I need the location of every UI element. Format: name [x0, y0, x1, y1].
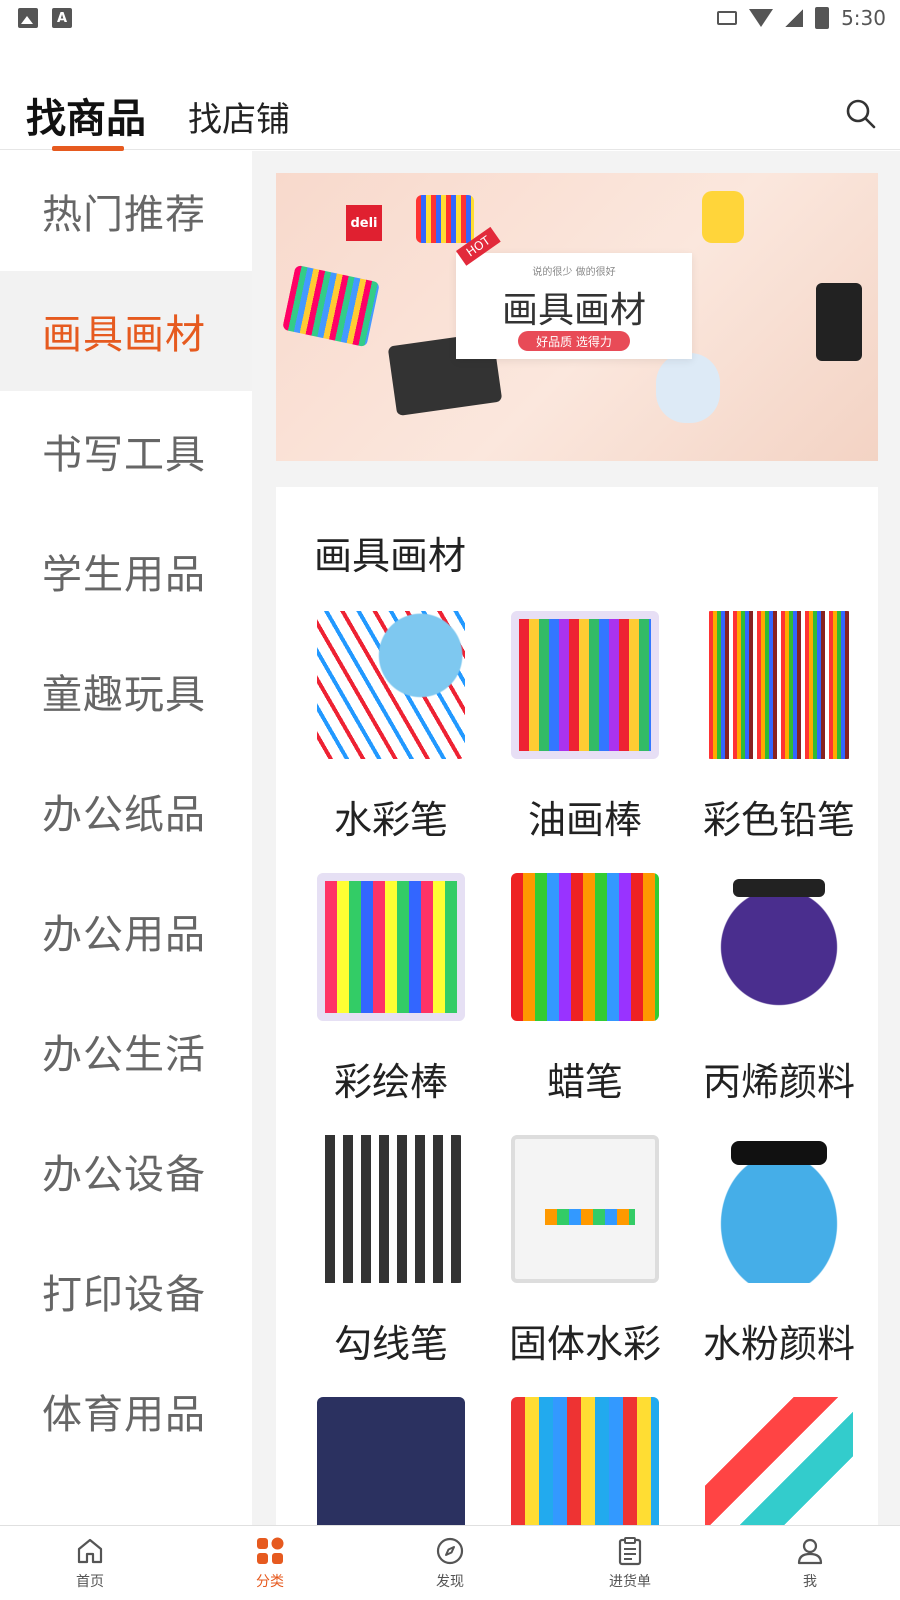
sidebar-item-sports[interactable]: 体育用品 — [0, 1351, 252, 1471]
brand-logo: deli — [346, 205, 382, 241]
product-image — [317, 1135, 465, 1283]
nav-home[interactable]: 首页 — [0, 1526, 180, 1600]
nav-category[interactable]: 分类 — [180, 1526, 360, 1600]
subcategory-item[interactable]: 水彩笔 — [294, 611, 488, 873]
product-image — [511, 873, 659, 1021]
bottom-nav: 首页 分类 发现 进货单 我 — [0, 1525, 900, 1600]
product-image — [705, 1397, 853, 1525]
nav-purchase-list-label: 进货单 — [609, 1574, 651, 1590]
status-left-icons: A — [18, 8, 72, 28]
nav-purchase-list[interactable]: 进货单 — [540, 1526, 720, 1600]
status-bar: A 5:30 — [0, 0, 900, 36]
compass-icon — [436, 1537, 464, 1565]
product-image — [317, 611, 465, 759]
nav-category-label: 分类 — [256, 1574, 284, 1590]
subcategory-label: 固体水彩 — [508, 1322, 661, 1366]
category-sidebar: 热门推荐 画具画材 书写工具 学生用品 童趣玩具 办公纸品 办公用品 办公生活 … — [0, 151, 252, 1525]
banner-slogan: 好品质 选得力 — [518, 331, 630, 351]
product-image — [317, 873, 465, 1021]
category-title: 画具画材 — [314, 534, 467, 578]
subcategory-label: 勾线笔 — [333, 1322, 448, 1366]
subcategory-item[interactable]: 彩色铅笔 — [682, 611, 876, 873]
subcategory-item[interactable]: 丙烯颜料 — [682, 873, 876, 1135]
banner-paint-set-image — [416, 195, 474, 243]
status-right-icons: 5:30 — [717, 6, 886, 30]
status-time: 5:30 — [841, 6, 886, 30]
promo-banner[interactable]: deli 说的很少 做的很好 画具画材 好品质 选得力 HOT — [276, 173, 878, 461]
banner-marker-cup-image — [656, 353, 720, 423]
wifi-icon — [749, 9, 774, 27]
banner-crayon-bucket-image — [702, 191, 744, 243]
top-tab-bar: 找商品 找店铺 — [0, 60, 900, 151]
subcategory-label: 彩绘棒 — [333, 1060, 448, 1104]
sidebar-item-toys[interactable]: 童趣玩具 — [0, 631, 252, 751]
product-image — [511, 611, 659, 759]
subcategory-label: 水彩笔 — [333, 798, 448, 842]
sidebar-item-writing[interactable]: 书写工具 — [0, 391, 252, 511]
sidebar-item-office-life[interactable]: 办公生活 — [0, 991, 252, 1111]
subcategory-label: 丙烯颜料 — [702, 1060, 855, 1104]
tab-find-shops[interactable]: 找店铺 — [188, 92, 290, 141]
sidebar-item-office-equipment[interactable]: 办公设备 — [0, 1111, 252, 1231]
clipboard-icon — [618, 1537, 642, 1566]
sidebar-item-student[interactable]: 学生用品 — [0, 511, 252, 631]
product-image — [705, 873, 853, 1021]
product-image — [705, 611, 853, 759]
nav-discover-label: 发现 — [436, 1574, 464, 1590]
subcategory-item[interactable]: 固体水彩 — [488, 1135, 682, 1397]
subcategory-label: 彩色铅笔 — [702, 798, 855, 842]
signal-icon — [785, 9, 804, 27]
sidebar-item-art-supplies[interactable]: 画具画材 — [0, 271, 252, 391]
vibrate-icon — [717, 11, 738, 25]
category-panel: 画具画材 水彩笔 油画棒 彩色铅笔 彩绘棒 蜡笔 丙烯颜料 勾线笔 固体水彩 水… — [276, 487, 878, 1525]
subcategory-label: 油画棒 — [527, 798, 642, 842]
banner-title-card: 说的很少 做的很好 画具画材 好品质 选得力 — [456, 253, 692, 359]
nav-me-label: 我 — [803, 1574, 817, 1590]
tab-find-goods[interactable]: 找商品 — [26, 86, 146, 144]
banner-markers-image — [282, 264, 380, 348]
nav-home-label: 首页 — [76, 1574, 104, 1590]
subcategory-item[interactable]: 水粉颜料 — [682, 1135, 876, 1397]
product-image — [511, 1397, 659, 1525]
subcategory-item[interactable] — [682, 1397, 876, 1525]
subcategory-grid: 水彩笔 油画棒 彩色铅笔 彩绘棒 蜡笔 丙烯颜料 勾线笔 固体水彩 水粉颜料 — [294, 611, 874, 1525]
subcategory-item[interactable]: 勾线笔 — [294, 1135, 488, 1397]
sidebar-item-hot[interactable]: 热门推荐 — [0, 151, 252, 271]
category-icon — [257, 1537, 284, 1564]
subcategory-label: 蜡笔 — [546, 1060, 623, 1104]
main-content: deli 说的很少 做的很好 画具画材 好品质 选得力 HOT 画具画材 水彩笔… — [252, 151, 900, 1525]
banner-subtitle: 说的很少 做的很好 — [532, 267, 616, 278]
subcategory-item[interactable]: 油画棒 — [488, 611, 682, 873]
nav-discover[interactable]: 发现 — [360, 1526, 540, 1600]
image-notification-icon — [18, 8, 38, 28]
battery-icon — [815, 7, 830, 29]
search-icon[interactable] — [845, 98, 877, 130]
home-icon — [77, 1538, 103, 1564]
product-image — [511, 1135, 659, 1283]
subcategory-item[interactable]: 蜡笔 — [488, 873, 682, 1135]
product-image — [705, 1135, 853, 1283]
banner-pencil-cup-image — [816, 283, 862, 361]
user-icon — [797, 1538, 823, 1565]
product-image — [317, 1397, 465, 1525]
banner-title: 画具画材 — [501, 290, 646, 331]
subcategory-item[interactable] — [488, 1397, 682, 1525]
sidebar-item-office-paper[interactable]: 办公纸品 — [0, 751, 252, 871]
subcategory-item[interactable]: 彩绘棒 — [294, 873, 488, 1135]
sidebar-item-office-supplies[interactable]: 办公用品 — [0, 871, 252, 991]
sidebar-item-printing[interactable]: 打印设备 — [0, 1231, 252, 1351]
subcategory-item[interactable] — [294, 1397, 488, 1525]
subcategory-label: 水粉颜料 — [702, 1322, 855, 1366]
nav-me[interactable]: 我 — [720, 1526, 900, 1600]
text-notification-icon: A — [52, 8, 72, 28]
